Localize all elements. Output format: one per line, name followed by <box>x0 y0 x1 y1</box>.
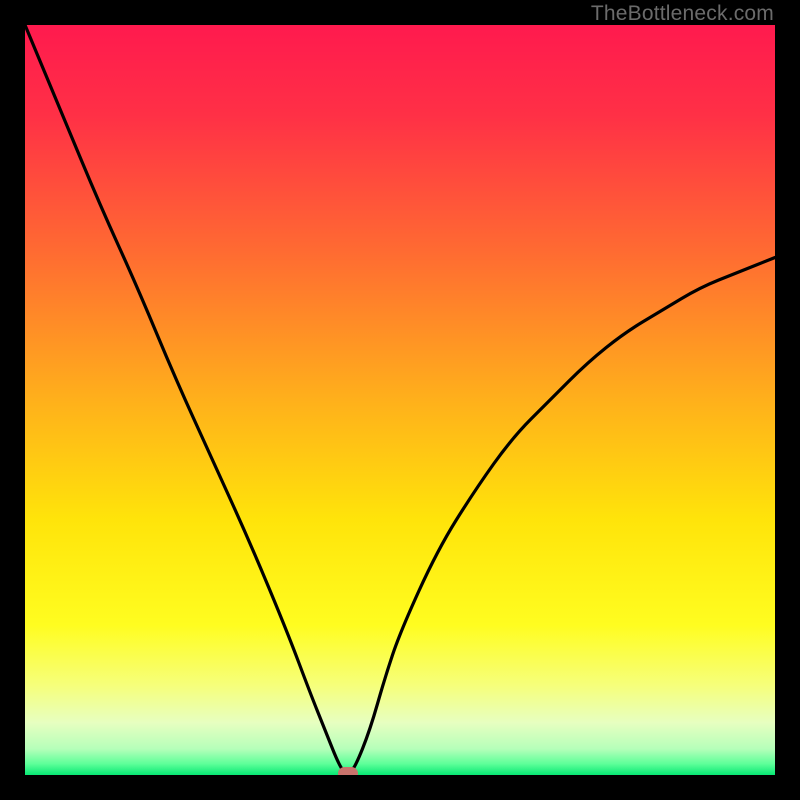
optimal-point-marker <box>338 767 358 775</box>
bottleneck-curve <box>25 25 775 775</box>
chart-frame: TheBottleneck.com <box>0 0 800 800</box>
watermark-text: TheBottleneck.com <box>591 2 774 26</box>
plot-area <box>25 25 775 775</box>
